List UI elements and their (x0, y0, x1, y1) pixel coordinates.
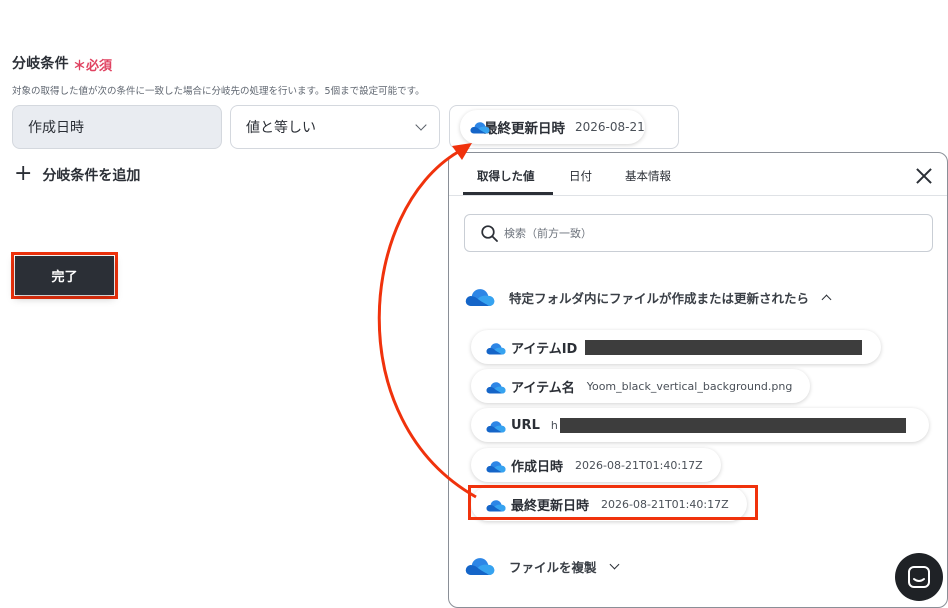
required-badge: ＊必須 (73, 55, 112, 74)
search-icon (481, 224, 498, 242)
branch-condition-title: 分岐条件 (12, 56, 69, 72)
chevron-down-icon (415, 119, 427, 131)
onedrive-cloud-icon (465, 287, 495, 307)
value-picker-panel: 取得した値 日付 基本情報 特定フォルダ内にファイルが作成または更新されたら ア… (448, 152, 948, 608)
value-chip-item-id[interactable]: アイテムID (471, 330, 881, 364)
compare-value-chip[interactable]: 最終更新日時 2026-08-21 (460, 110, 645, 144)
onedrive-cloud-icon (470, 121, 490, 134)
chat-icon (908, 566, 930, 588)
branch-condition-description: 対象の取得した値が次の条件に一致した場合に分岐先の処理を行います。5個まで設定可… (12, 86, 425, 97)
chip-name: アイテムID (511, 341, 578, 357)
selected-value-highlight (468, 485, 758, 520)
add-condition-label: 分岐条件を追加 (42, 168, 141, 184)
group-header-copy-file[interactable]: ファイルを複製 (465, 556, 619, 576)
chat-support-button[interactable] (895, 553, 943, 601)
onedrive-cloud-icon (486, 420, 506, 433)
operator-select-value: 値と等しい (246, 120, 316, 136)
onedrive-cloud-icon (465, 556, 495, 576)
chevron-down-icon (609, 559, 619, 569)
active-tab-indicator (463, 192, 553, 195)
group-header-trigger[interactable]: 特定フォルダ内にファイルが作成または更新されたら (465, 287, 832, 307)
search-field[interactable] (464, 214, 933, 252)
operator-select[interactable]: 値と等しい (230, 105, 440, 149)
onedrive-cloud-icon (486, 460, 506, 473)
compare-chip-value: 2026-08-21 (575, 120, 645, 134)
value-chip-created-at[interactable]: 作成日時 2026-08-21T01:40:17Z (471, 448, 721, 482)
chip-name: アイテム名 (511, 380, 575, 396)
done-highlight: 完了 (11, 252, 118, 299)
field-select[interactable]: 作成日時 (12, 105, 222, 149)
group-label: 特定フォルダ内にファイルが作成または更新されたら (509, 290, 810, 306)
compare-value-input[interactable]: 最終更新日時 2026-08-21 (449, 105, 679, 149)
add-condition-button[interactable]: + 分岐条件を追加 (14, 161, 141, 186)
field-select-value: 作成日時 (28, 120, 84, 136)
chip-value: h (550, 418, 558, 432)
tab-acquired-values[interactable]: 取得した値 (477, 168, 535, 184)
onedrive-cloud-icon (486, 381, 506, 394)
chip-value: 2026-08-21T01:40:17Z (575, 458, 703, 472)
chip-value: Yoom_black_vertical_background.png (586, 379, 793, 393)
required-asterisk: ＊ (73, 59, 87, 74)
panel-tabs: 取得した値 日付 基本情報 (449, 153, 947, 196)
compare-chip-name: 最終更新日時 (484, 121, 565, 137)
chip-name: URL (511, 417, 540, 433)
group-label: ファイルを複製 (509, 559, 597, 575)
chip-name: 作成日時 (511, 459, 564, 475)
tab-basic-info[interactable]: 基本情報 (625, 168, 671, 184)
value-chip-url[interactable]: URL h (471, 408, 929, 442)
chevron-up-icon (821, 294, 832, 304)
required-label: 必須 (86, 59, 113, 74)
redacted-value (559, 417, 906, 433)
search-input[interactable] (504, 226, 904, 240)
tab-date[interactable]: 日付 (569, 168, 592, 184)
plus-icon: + (14, 161, 33, 186)
close-icon[interactable] (915, 167, 933, 185)
done-button[interactable]: 完了 (15, 256, 114, 295)
value-chip-item-name[interactable]: アイテム名 Yoom_black_vertical_background.png (471, 369, 811, 403)
redacted-value (585, 339, 863, 355)
onedrive-cloud-icon (486, 342, 506, 355)
